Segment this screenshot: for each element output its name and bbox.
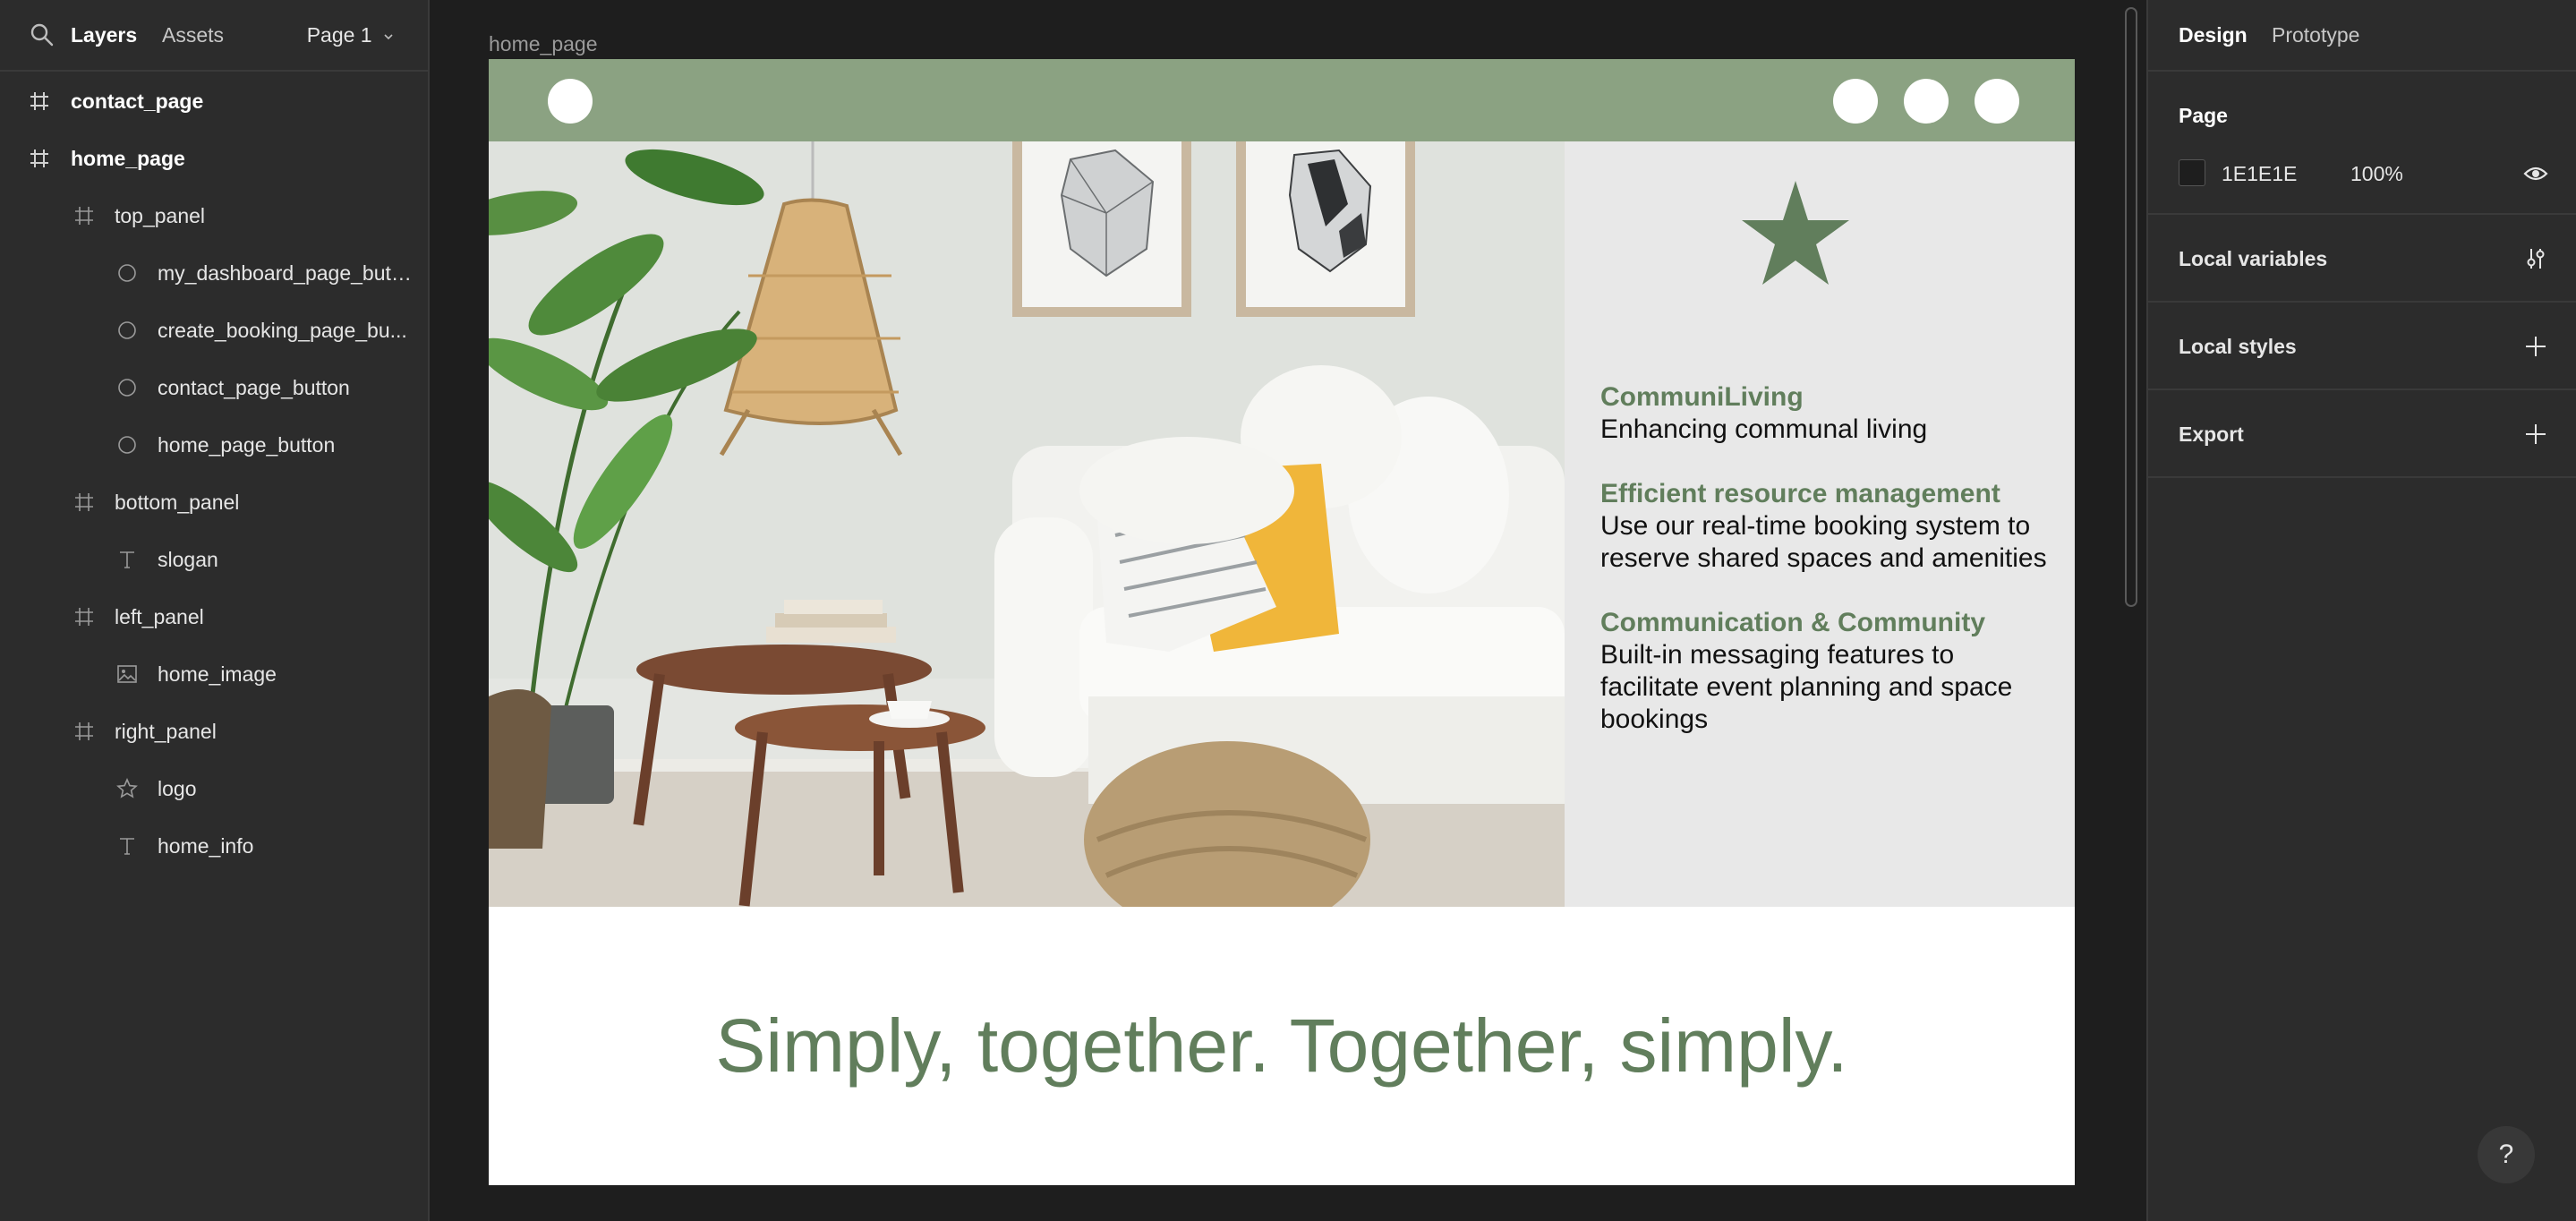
layer-left-panel[interactable]: left_panel (0, 588, 428, 645)
layer-slogan[interactable]: slogan (0, 531, 428, 588)
layer-bottom-panel[interactable]: bottom_panel (0, 474, 428, 531)
create-booking-page-button[interactable] (1904, 79, 1949, 124)
right-panel[interactable]: CommuniLiving Enhancing communal living … (1565, 141, 2075, 907)
page-color-swatch[interactable] (2179, 159, 2205, 186)
local-variables-section[interactable]: Local variables (2148, 215, 2576, 303)
feature-description: Built-in messaging features to facilitat… (1600, 640, 2013, 734)
slogan[interactable]: Simply, together. Together, simply. (489, 907, 2075, 1185)
layer-create-booking-page-button[interactable]: create_booking_page_bu... (0, 302, 428, 359)
frame-icon (30, 92, 48, 110)
layer-home-page-button[interactable]: home_page_button (0, 416, 428, 474)
brand-name: CommuniLiving (1600, 382, 1804, 412)
layers-sidebar: Layers Assets Page 1 contact_page home_p… (0, 0, 430, 1221)
export-title: Export (2179, 423, 2244, 446)
ellipse-icon (118, 264, 136, 282)
help-button[interactable]: ? (2478, 1126, 2535, 1183)
layer-label: logo (158, 777, 197, 800)
layer-label: home_page_button (158, 433, 336, 457)
text-icon (120, 838, 134, 855)
layer-label: left_panel (115, 605, 204, 628)
eye-icon[interactable] (2522, 161, 2549, 186)
frame-icon (75, 608, 93, 626)
layer-home-info[interactable]: home_info (0, 817, 428, 875)
left-panel[interactable] (489, 141, 1565, 907)
layer-label: home_info (158, 834, 254, 858)
image-icon (117, 665, 137, 683)
frame-icon (75, 493, 93, 511)
frame-icon (30, 149, 48, 167)
layer-logo[interactable]: logo (0, 760, 428, 817)
tab-prototype[interactable]: Prototype (2272, 21, 2359, 48)
layer-contact-page-button[interactable]: contact_page_button (0, 359, 428, 416)
star-icon (116, 778, 138, 798)
intro-block: CommuniLiving Enhancing communal living (1600, 381, 2057, 446)
layer-top-panel[interactable]: top_panel (0, 187, 428, 244)
layer-label: home_image (158, 662, 277, 686)
page-section: Page 1E1E1E 100% (2148, 72, 2576, 215)
page-section-title: Page (2179, 104, 2228, 127)
brand-tagline: Enhancing communal living (1600, 414, 1928, 444)
my-dashboard-page-button[interactable] (1833, 79, 1878, 124)
layer-contact-page[interactable]: contact_page (0, 73, 428, 130)
ellipse-icon (118, 436, 136, 454)
layer-label: bottom_panel (115, 491, 240, 514)
local-styles-title: Local styles (2179, 335, 2297, 358)
properties-panel: Design Prototype Page 1E1E1E 100% Local … (2146, 0, 2576, 1221)
layer-home-page[interactable]: home_page (0, 130, 428, 187)
layer-label: create_booking_page_bu... (158, 319, 407, 342)
frame-label[interactable]: home_page (489, 30, 598, 57)
layer-label: my_dashboard_page_butt... (158, 261, 414, 285)
design-canvas[interactable]: home_page CommuniLiving Enhancing commun… (430, 0, 2146, 1221)
feature-description: Use our real-time booking system to rese… (1600, 511, 2047, 573)
top-panel[interactable] (489, 59, 2075, 141)
tab-design[interactable]: Design (2179, 21, 2248, 48)
star-logo-icon[interactable] (1742, 181, 1849, 285)
layer-right-panel[interactable]: right_panel (0, 703, 428, 760)
layer-label: top_panel (115, 204, 206, 227)
home-image[interactable] (489, 141, 1565, 907)
layer-label: contact_page_button (158, 376, 350, 399)
home-page-frame[interactable]: CommuniLiving Enhancing communal living … (489, 59, 2075, 1185)
home-info[interactable]: CommuniLiving Enhancing communal living … (1600, 381, 2057, 768)
page-color-value[interactable]: 1E1E1E (2222, 161, 2297, 186)
chevron-down-icon (384, 34, 393, 40)
export-section[interactable]: Export (2148, 390, 2576, 478)
layer-home-image[interactable]: home_image (0, 645, 428, 703)
page-selector-label: Page 1 (306, 23, 372, 47)
tab-layers[interactable]: Layers (71, 21, 137, 48)
feature-title: Efficient resource management (1600, 479, 2000, 508)
bottom-panel[interactable]: Simply, together. Together, simply. (489, 907, 2075, 1185)
properties-header: Design Prototype (2148, 0, 2576, 72)
tab-assets[interactable]: Assets (162, 21, 224, 48)
contact-page-button[interactable] (1975, 79, 2019, 124)
page-opacity-value[interactable]: 100% (2350, 161, 2403, 186)
ellipse-icon (118, 379, 136, 397)
ellipse-icon (118, 321, 136, 339)
text-icon (120, 551, 134, 568)
frame-icon (75, 207, 93, 225)
local-styles-section[interactable]: Local styles (2148, 303, 2576, 390)
sidebar-header: Layers Assets Page 1 (0, 0, 428, 72)
feature-block: Efficient resource management Use our re… (1600, 478, 2057, 575)
local-variables-title: Local variables (2179, 247, 2328, 270)
home-page-button[interactable] (548, 79, 593, 124)
vertical-scrollbar[interactable] (2125, 7, 2137, 607)
feature-title: Communication & Community (1600, 608, 1986, 637)
sliders-icon[interactable] (2522, 245, 2549, 272)
frame-icon (75, 722, 93, 740)
feature-block: Communication & Community Built-in messa… (1600, 607, 2057, 736)
search-icon[interactable] (29, 21, 55, 48)
layer-label: contact_page (71, 90, 204, 113)
layer-label: home_page (71, 147, 185, 170)
plus-icon[interactable] (2522, 333, 2549, 360)
layer-label: slogan (158, 548, 218, 571)
layer-label: right_panel (115, 720, 217, 743)
page-selector[interactable]: Page 1 (307, 21, 394, 48)
layer-my-dashboard-page-button[interactable]: my_dashboard_page_butt... (0, 244, 428, 302)
plus-icon[interactable] (2522, 421, 2549, 448)
